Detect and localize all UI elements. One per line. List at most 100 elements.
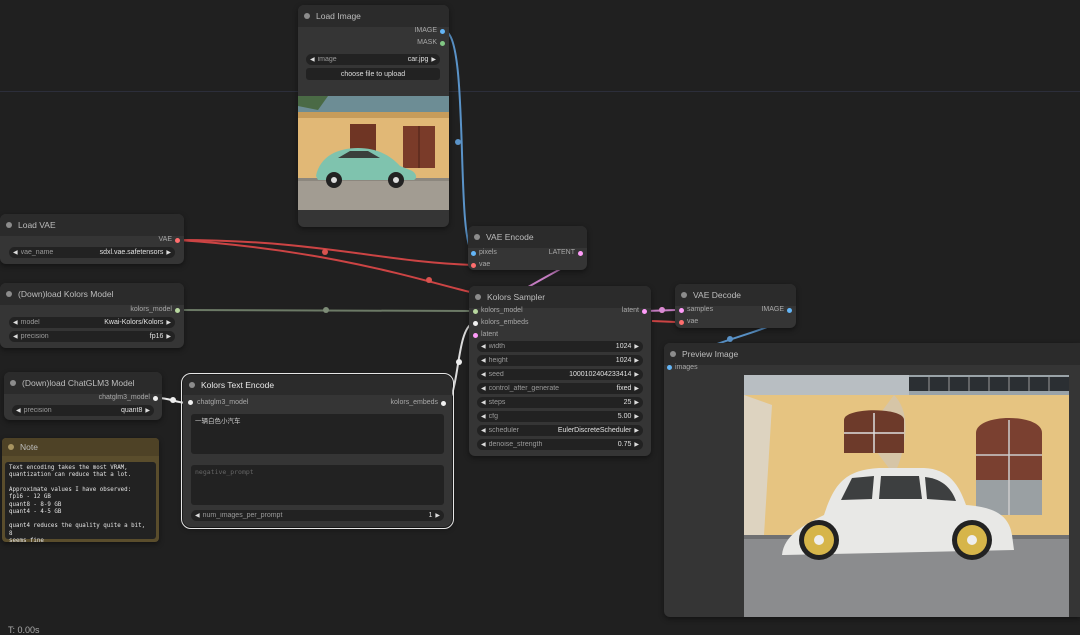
arrow-left-icon[interactable]: ◀ [481,427,486,434]
node-title: Note [20,442,38,452]
arrow-left-icon[interactable]: ◀ [13,333,18,340]
arrow-left-icon[interactable]: ◀ [310,56,315,63]
link-midpoint [426,277,432,283]
arrow-right-icon[interactable]: ▶ [634,413,639,420]
num-images-per-prompt-stepper[interactable]: ◀ num_images_per_prompt 1 ▶ [191,510,444,521]
output-dot-latent-icon[interactable] [578,251,583,256]
input-dot-vae-icon[interactable] [679,320,684,325]
input-image-preview [298,96,449,210]
arrow-right-icon[interactable]: ▶ [166,319,171,326]
width-stepper[interactable]: ◀ width 1024 ▶ [477,341,643,352]
output-dot-image-icon[interactable] [440,29,445,34]
arrow-left-icon[interactable]: ◀ [481,357,486,364]
arrow-left-icon[interactable]: ◀ [481,371,486,378]
arrow-left-icon[interactable]: ◀ [195,512,200,519]
node-title-bar[interactable]: Kolors Sampler [469,286,651,308]
input-label-images: images [675,364,698,371]
model-select[interactable]: ◀ model Kwai-Kolors/Kolors ▶ [9,317,175,328]
arrow-left-icon[interactable]: ◀ [481,343,486,350]
load-kolors-model-node[interactable]: (Down)load Kolors Model kolors_model ◀ m… [0,283,184,348]
arrow-right-icon[interactable]: ▶ [431,56,436,63]
collapse-dot-icon[interactable] [6,291,12,297]
image-select[interactable]: ◀ image car.jpg ▶ [306,54,440,65]
input-dot-samples-icon[interactable] [679,308,684,313]
arrow-left-icon[interactable]: ◀ [481,399,486,406]
input-dot-chatglm3-model-icon[interactable] [188,400,193,405]
arrow-right-icon[interactable]: ▶ [145,407,150,414]
arrow-right-icon[interactable]: ▶ [435,512,440,519]
note-node[interactable]: Note Text encoding takes the most VRAM, … [2,438,159,544]
output-dot-kolors-embeds-icon[interactable] [441,401,446,406]
load-image-node[interactable]: Load Image IMAGE MASK ◀ image car.jpg ▶ … [298,5,449,227]
control-after-generate-select[interactable]: ◀ control_after_generate fixed ▶ [477,383,643,394]
node-title-bar[interactable]: VAE Encode [468,226,587,248]
arrow-right-icon[interactable]: ▶ [634,399,639,406]
arrow-right-icon[interactable]: ▶ [634,371,639,378]
node-title: (Down)load ChatGLM3 Model [22,378,135,388]
load-vae-node[interactable]: Load VAE VAE ◀ vae_name sdxl.vae.safeten… [0,214,184,264]
collapse-dot-icon[interactable] [189,382,195,388]
input-dot-latent-icon[interactable] [473,333,478,338]
kolors-text-encode-node[interactable]: Kolors Text Encode chatglm3_model kolors… [181,373,454,529]
input-dot-pixels-icon[interactable] [471,251,476,256]
output-image-preview [744,375,1069,617]
arrow-right-icon[interactable]: ▶ [634,385,639,392]
arrow-left-icon[interactable]: ◀ [13,249,18,256]
node-title-bar[interactable]: Preview Image [664,343,1080,365]
load-chatglm3-model-node[interactable]: (Down)load ChatGLM3 Model chatglm3_model… [4,372,162,420]
vae-decode-node[interactable]: VAE Decode samples vae IMAGE [675,284,796,328]
arrow-right-icon[interactable]: ▶ [166,249,171,256]
collapse-dot-icon[interactable] [474,234,480,240]
node-title-bar[interactable]: Load VAE [0,214,184,236]
chatglm-precision-select[interactable]: ◀ precision quant8 ▶ [12,405,154,416]
precision-select[interactable]: ◀ precision fp16 ▶ [9,331,175,342]
arrow-left-icon[interactable]: ◀ [16,407,21,414]
input-dot-images-icon[interactable] [667,365,672,370]
prompt-textarea[interactable]: 一辆白色小汽车 [191,414,444,454]
node-title-bar[interactable]: Load Image [298,5,449,27]
denoise-strength-stepper[interactable]: ◀ denoise_strength 0.75 ▶ [477,439,643,450]
output-dot-chatglm3-model-icon[interactable] [153,396,158,401]
cfg-stepper[interactable]: ◀ cfg 5.00 ▶ [477,411,643,422]
output-dot-vae-icon[interactable] [175,238,180,243]
upload-button[interactable]: choose file to upload [306,68,440,80]
node-title-bar[interactable]: VAE Decode [675,284,796,306]
output-dot-latent-icon[interactable] [642,309,647,314]
note-text[interactable]: Text encoding takes the most VRAM, quant… [5,462,156,544]
output-dot-kolors-model-icon[interactable] [175,308,180,313]
height-stepper[interactable]: ◀ height 1024 ▶ [477,355,643,366]
collapse-dot-icon[interactable] [6,222,12,228]
node-title-bar[interactable]: Note [2,438,159,456]
collapse-dot-icon[interactable] [670,351,676,357]
collapse-dot-icon[interactable] [304,13,310,19]
collapse-dot-icon[interactable] [475,294,481,300]
arrow-right-icon[interactable]: ▶ [634,357,639,364]
arrow-left-icon[interactable]: ◀ [481,413,486,420]
input-dot-kolors-model-icon[interactable] [473,309,478,314]
output-dot-image-icon[interactable] [787,308,792,313]
node-title-bar[interactable]: (Down)load Kolors Model [0,283,184,305]
vae-encode-node[interactable]: VAE Encode pixels vae LATENT [468,226,587,270]
input-dot-kolors-embeds-icon[interactable] [473,321,478,326]
scheduler-select[interactable]: ◀ scheduler EulerDiscreteScheduler ▶ [477,425,643,436]
arrow-left-icon[interactable]: ◀ [481,441,486,448]
vae-name-select[interactable]: ◀ vae_name sdxl.vae.safetensors ▶ [9,247,175,258]
node-title-bar[interactable]: (Down)load ChatGLM3 Model [4,372,162,394]
output-dot-mask-icon[interactable] [440,41,445,46]
collapse-dot-icon[interactable] [681,292,687,298]
kolors-sampler-node[interactable]: Kolors Sampler kolors_model kolors_embed… [469,286,651,456]
seed-stepper[interactable]: ◀ seed 1000102404233414 ▶ [477,369,643,380]
preview-image-node[interactable]: Preview Image images [664,343,1080,617]
negative-prompt-textarea[interactable]: negative_prompt [191,465,444,505]
arrow-right-icon[interactable]: ▶ [634,441,639,448]
input-dot-vae-icon[interactable] [471,263,476,268]
arrow-right-icon[interactable]: ▶ [634,427,639,434]
steps-stepper[interactable]: ◀ steps 25 ▶ [477,397,643,408]
arrow-left-icon[interactable]: ◀ [13,319,18,326]
node-title-bar[interactable]: Kolors Text Encode [183,375,452,395]
arrow-left-icon[interactable]: ◀ [481,385,486,392]
collapse-dot-icon[interactable] [8,444,14,450]
collapse-dot-icon[interactable] [10,380,16,386]
arrow-right-icon[interactable]: ▶ [166,333,171,340]
arrow-right-icon[interactable]: ▶ [634,343,639,350]
